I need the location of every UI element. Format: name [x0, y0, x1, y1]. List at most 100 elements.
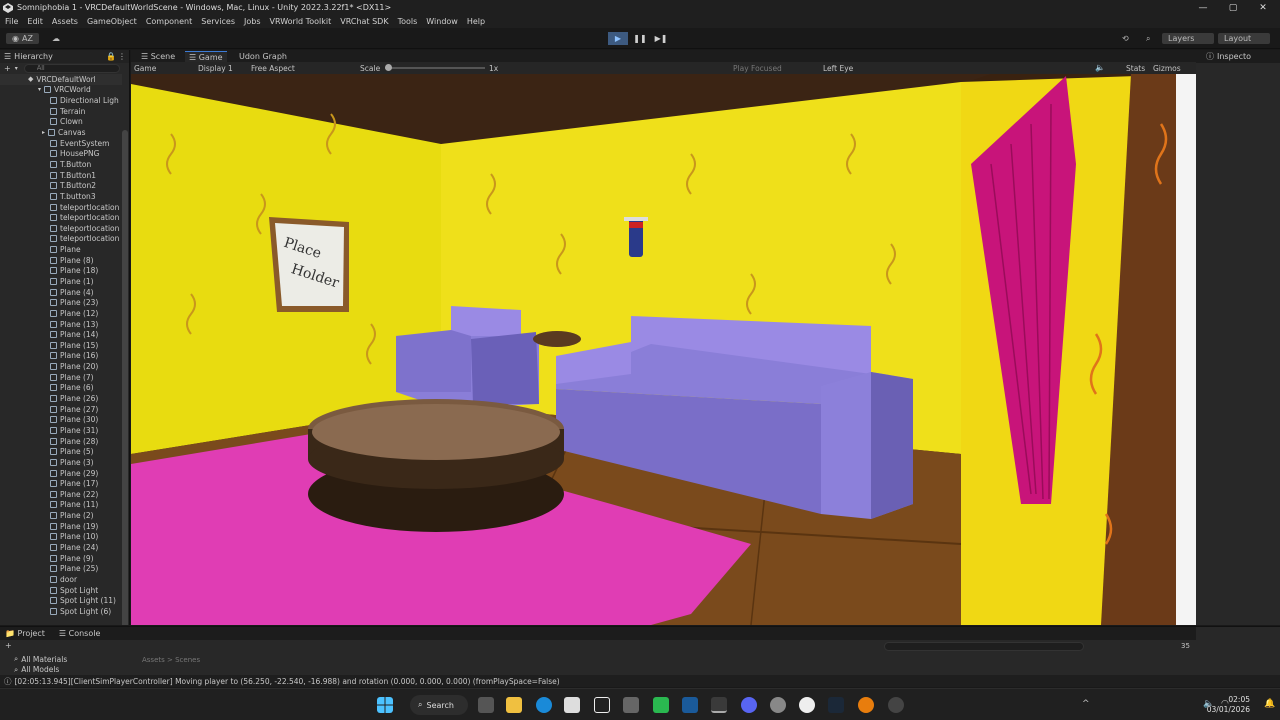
speaker-icon[interactable]: 🔈 — [1095, 63, 1105, 72]
menu-jobs[interactable]: Jobs — [244, 17, 261, 26]
layers-dropdown[interactable]: Layers — [1162, 33, 1214, 44]
hierarchy-item[interactable]: Plane (23) — [0, 297, 122, 308]
hierarchy-item[interactable]: Plane (28) — [0, 436, 122, 447]
add-asset-icon[interactable]: + — [5, 641, 12, 650]
unity-icon[interactable] — [711, 697, 727, 713]
monitor-icon[interactable] — [682, 697, 698, 713]
layout-dropdown[interactable]: Layout — [1218, 33, 1270, 44]
lock-icon[interactable]: 🔒 — [106, 52, 116, 61]
hierarchy-item[interactable]: Plane (14) — [0, 329, 122, 340]
hierarchy-item[interactable]: Plane (19) — [0, 521, 122, 532]
menu-help[interactable]: Help — [467, 17, 485, 26]
hierarchy-item[interactable]: Clown — [0, 117, 122, 128]
notification-icon[interactable]: 🔔 — [1264, 699, 1275, 709]
inspector-tab[interactable]: Inspecto — [1217, 52, 1251, 61]
history-icon[interactable]: ⟲ — [1122, 33, 1129, 44]
hierarchy-item[interactable]: Spot Light — [0, 585, 122, 596]
account-dropdown[interactable]: ◉ AZ — [6, 33, 39, 44]
hierarchy-item[interactable]: Plane (29) — [0, 468, 122, 479]
breadcrumb[interactable]: Assets > Scenes — [142, 656, 200, 664]
hierarchy-item[interactable]: Plane (31) — [0, 425, 122, 436]
hierarchy-item[interactable]: Plane (4) — [0, 287, 122, 298]
tab-project[interactable]: 📁 Project — [5, 629, 45, 638]
hierarchy-item[interactable]: Plane (17) — [0, 478, 122, 489]
step-button[interactable]: ▶❚ — [651, 32, 671, 45]
steam-icon[interactable] — [828, 697, 844, 713]
hierarchy-item[interactable]: Directional Ligh — [0, 95, 122, 106]
hierarchy-item[interactable]: Plane (5) — [0, 446, 122, 457]
taskbar-clock[interactable]: 02:05 03/01/2026 — [1207, 695, 1250, 715]
tab-udon-graph[interactable]: Udon Graph — [235, 51, 291, 62]
hierarchy-item[interactable]: ▸ Canvas — [0, 127, 122, 138]
hierarchy-item[interactable]: Plane (8) — [0, 255, 122, 266]
hierarchy-item[interactable]: Plane (27) — [0, 404, 122, 415]
hierarchy-item[interactable]: Plane (22) — [0, 489, 122, 500]
discord-icon[interactable] — [741, 697, 757, 713]
hierarchy-item[interactable]: Plane (2) — [0, 510, 122, 521]
spreadsheet-icon[interactable] — [653, 697, 669, 713]
scale-slider-handle[interactable] — [385, 64, 392, 71]
expand-arrow-icon[interactable]: ▸ — [42, 129, 45, 136]
menu-services[interactable]: Services — [201, 17, 235, 26]
windows-start-icon[interactable] — [377, 697, 393, 713]
menu-component[interactable]: Component — [146, 17, 192, 26]
scale-slider[interactable] — [385, 64, 485, 71]
minimize-button[interactable]: — — [1188, 0, 1218, 15]
hierarchy-item[interactable]: Plane (18) — [0, 266, 122, 277]
menu-window[interactable]: Window — [426, 17, 458, 26]
play-button[interactable]: ▶ — [608, 32, 628, 45]
eye-dropdown[interactable]: Left Eye — [823, 64, 853, 73]
hierarchy-item[interactable]: Plane (26) — [0, 393, 122, 404]
close-button[interactable]: ✕ — [1248, 0, 1278, 15]
taskbar-search[interactable]: ⌕ Search — [410, 695, 468, 715]
tab-console[interactable]: ☰ Console — [59, 629, 100, 638]
hierarchy-item[interactable]: Plane (11) — [0, 500, 122, 511]
hierarchy-tab[interactable]: Hierarchy — [14, 52, 53, 61]
hierarchy-scene-root[interactable]: ◆ VRCDefaultWorl — [0, 74, 122, 85]
hierarchy-item[interactable]: teleportlocation — [0, 202, 122, 213]
gizmos-button[interactable]: Gizmos — [1153, 64, 1181, 73]
hierarchy-item[interactable]: Plane (16) — [0, 351, 122, 362]
hierarchy-item[interactable]: teleportlocation — [0, 212, 122, 223]
blender-icon[interactable] — [858, 697, 874, 713]
hierarchy-item[interactable]: Plane (30) — [0, 415, 122, 426]
file-explorer-icon[interactable] — [506, 697, 522, 713]
hierarchy-item[interactable]: Plane — [0, 244, 122, 255]
hierarchy-item[interactable]: Plane (10) — [0, 532, 122, 543]
menu-file[interactable]: File — [5, 17, 18, 26]
hierarchy-search-input[interactable] — [23, 64, 120, 73]
tray-chevron-icon[interactable]: ^ — [1082, 699, 1090, 709]
aspect-dropdown[interactable]: Free Aspect — [251, 64, 295, 73]
menu-tools[interactable]: Tools — [398, 17, 418, 26]
dropdown-arrow-icon[interactable]: ▾ — [15, 65, 18, 72]
hierarchy-item[interactable]: Plane (9) — [0, 553, 122, 564]
hierarchy-item[interactable]: Plane (13) — [0, 319, 122, 330]
task-view-icon[interactable] — [478, 697, 494, 713]
hierarchy-item[interactable]: Plane (25) — [0, 563, 122, 574]
hierarchy-item[interactable]: Plane (7) — [0, 372, 122, 383]
add-icon[interactable]: + — [4, 64, 11, 73]
hierarchy-item[interactable]: Plane (1) — [0, 276, 122, 287]
status-bar[interactable]: ⓘ [02:05:13.945][ClientSimPlayerControll… — [0, 675, 1280, 687]
hierarchy-item[interactable]: Terrain — [0, 106, 122, 117]
hierarchy-item[interactable]: T.Button — [0, 159, 122, 170]
hierarchy-item[interactable]: Plane (15) — [0, 340, 122, 351]
hierarchy-item[interactable]: HousePNG — [0, 148, 122, 159]
cloud-icon[interactable]: ☁ — [52, 33, 60, 44]
display-dropdown[interactable]: Display 1 — [198, 64, 233, 73]
search-icon[interactable]: ⌕ — [1146, 33, 1150, 44]
project-search-input[interactable] — [884, 642, 1084, 651]
hierarchy-scrollbar[interactable] — [122, 130, 128, 625]
hierarchy-item[interactable]: T.button3 — [0, 191, 122, 202]
hierarchy-item[interactable]: Plane (24) — [0, 542, 122, 553]
hierarchy-item[interactable]: ▾ VRCWorld — [0, 85, 122, 96]
hierarchy-item[interactable]: door — [0, 574, 122, 585]
hierarchy-item[interactable]: T.Button2 — [0, 180, 122, 191]
app-icon[interactable] — [770, 697, 786, 713]
pause-button[interactable]: ❚❚ — [630, 32, 650, 45]
obs-icon[interactable] — [888, 697, 904, 713]
hierarchy-item[interactable]: EventSystem — [0, 138, 122, 149]
hierarchy-item[interactable]: teleportlocation — [0, 223, 122, 234]
menu-vrworld-toolkit[interactable]: VRWorld Toolkit — [270, 17, 332, 26]
menu-vrchat-sdk[interactable]: VRChat SDK — [340, 17, 388, 26]
